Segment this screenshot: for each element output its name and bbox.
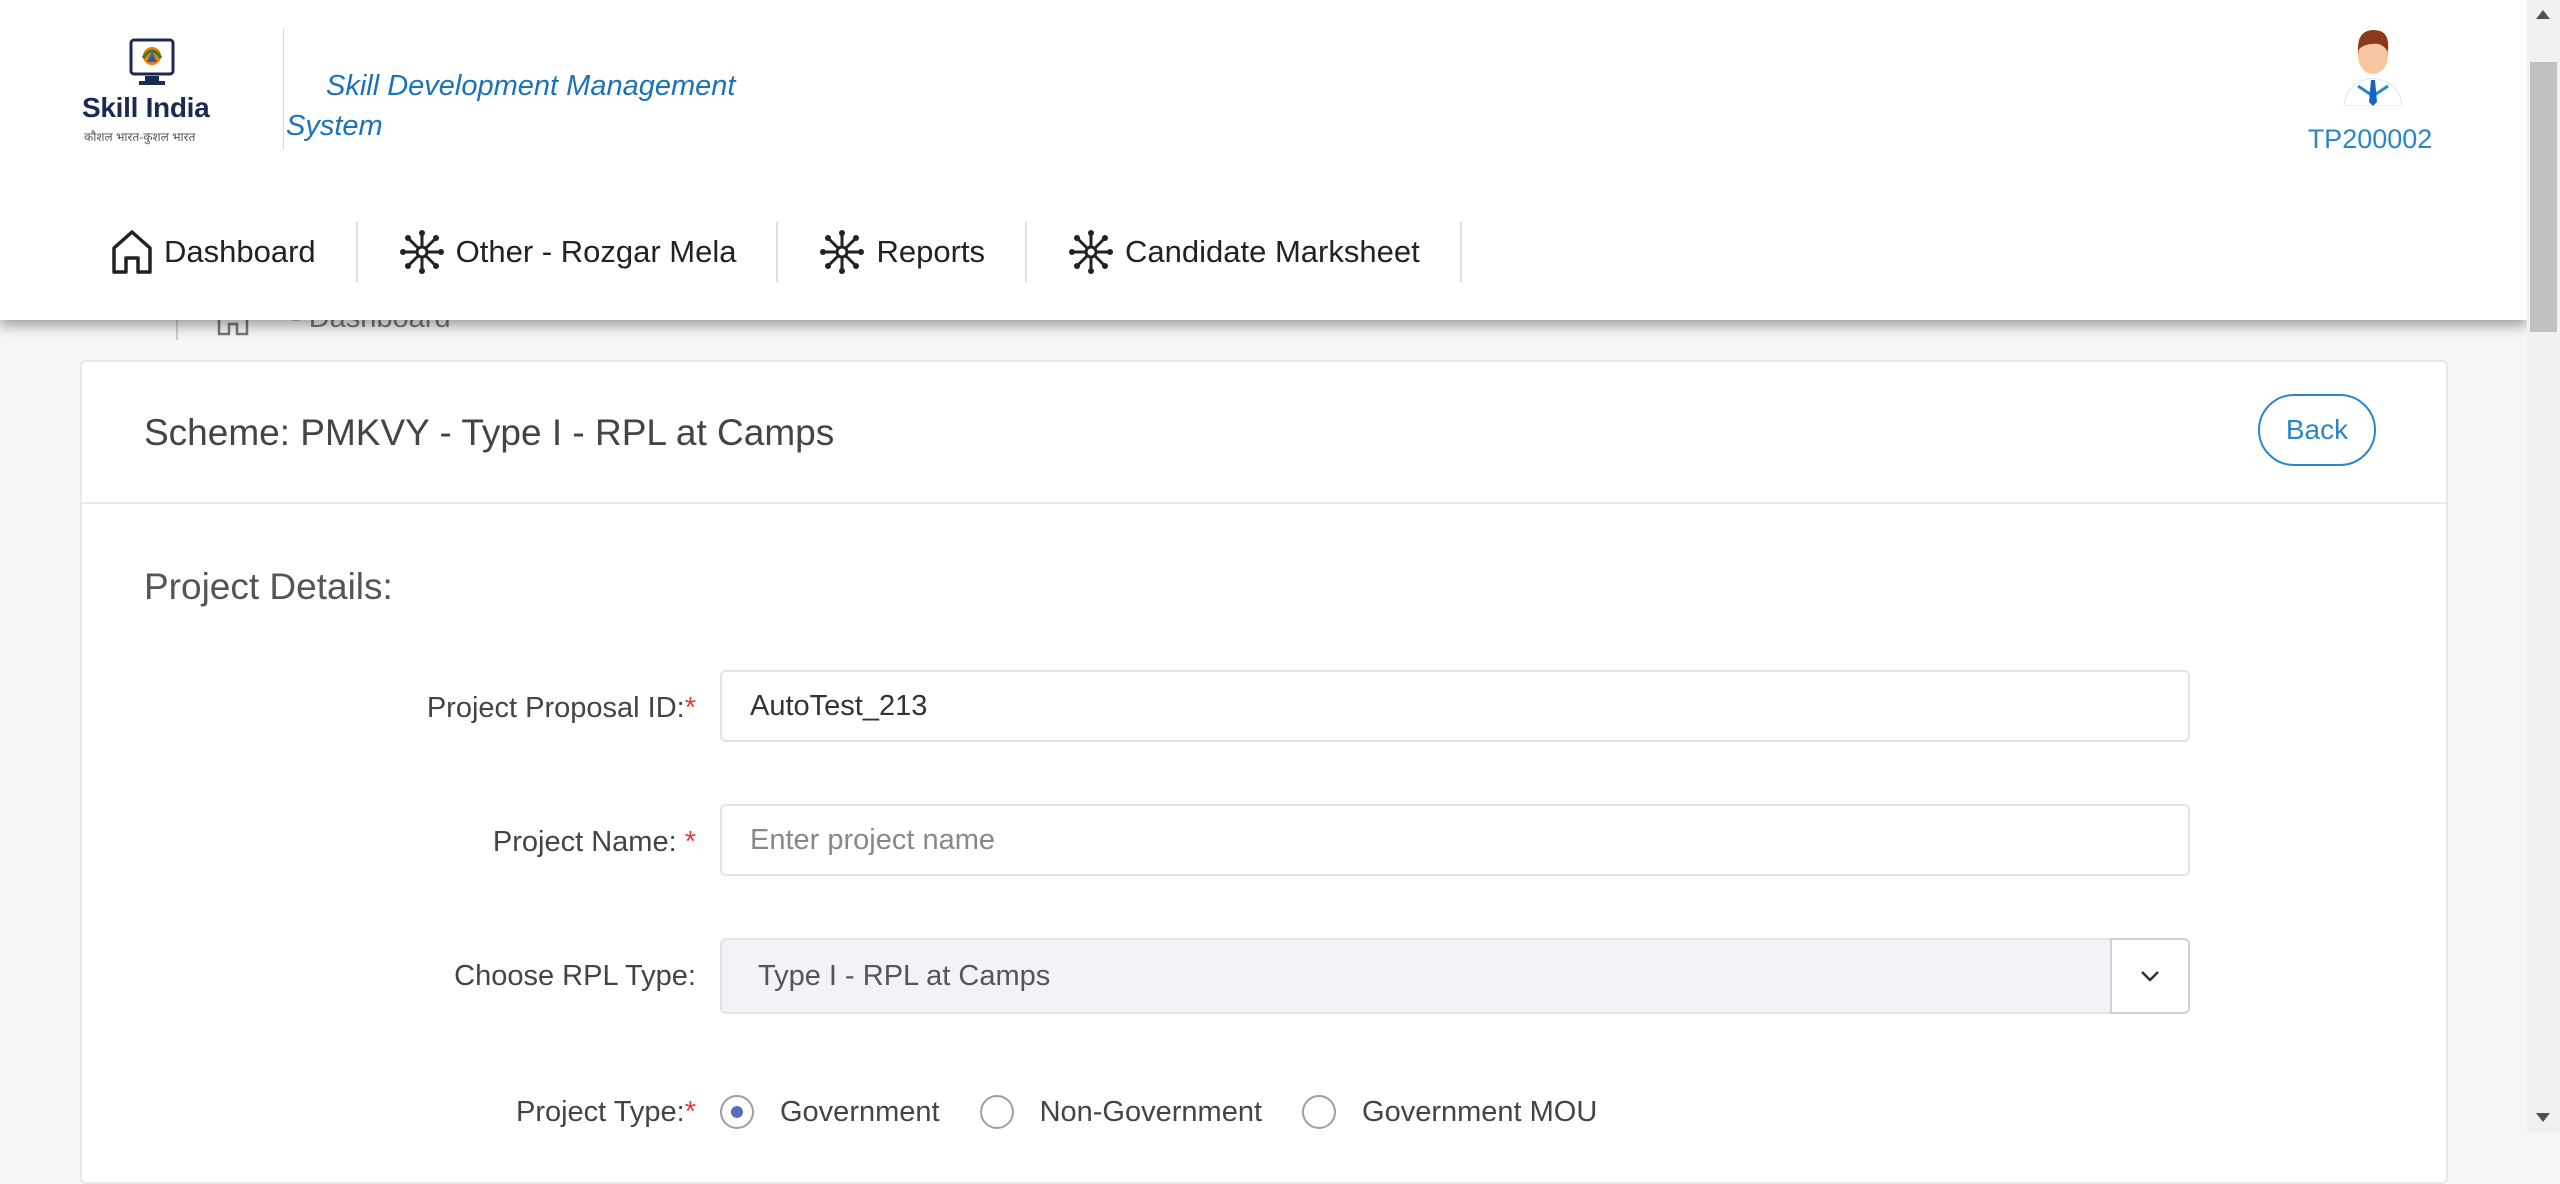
nav-rozgar-mela[interactable]: Other - Rozgar Mela bbox=[358, 222, 779, 282]
project-type-label: Project Type:* bbox=[515, 1096, 696, 1128]
required-marker: * bbox=[684, 1096, 696, 1128]
project-type-row: Project Type:* Government Non-Government… bbox=[82, 1074, 2446, 1150]
scroll-up-arrow-icon[interactable] bbox=[2536, 10, 2550, 19]
radio-non-government[interactable]: Non-Government bbox=[979, 1095, 1263, 1129]
logo-text: Skill India bbox=[82, 92, 210, 123]
home-icon bbox=[112, 230, 152, 274]
skill-india-logo[interactable]: Skill India कौशल भारत-कुशल भारत bbox=[78, 34, 228, 146]
back-button[interactable]: Back bbox=[2258, 394, 2376, 466]
section-title: Project Details: bbox=[144, 566, 393, 607]
proposal-id-row: Project Proposal ID:* bbox=[82, 670, 2446, 746]
network-icon bbox=[820, 230, 865, 274]
radio-government-mou-circle[interactable] bbox=[1302, 1095, 1337, 1129]
radio-government-mou-label: Government MOU bbox=[1362, 1095, 1598, 1128]
rpl-type-row: Choose RPL Type: Type I - RPL at Camps bbox=[82, 938, 2446, 1014]
nav-rozgar-mela-label: Other - Rozgar Mela bbox=[455, 234, 737, 269]
nav-candidate-marksheet[interactable]: Candidate Marksheet bbox=[1027, 222, 1462, 282]
proposal-id-label: Project Proposal ID:* bbox=[426, 692, 696, 724]
scheme-card: Scheme: PMKVY - Type I - RPL at Camps Ba… bbox=[80, 360, 2448, 1184]
project-name-row: Project Name: * bbox=[82, 804, 2446, 880]
nav-dashboard[interactable]: Dashboard bbox=[100, 222, 358, 282]
page-scrollbar[interactable] bbox=[2527, 0, 2560, 1132]
rpl-type-dropdown-button[interactable] bbox=[2110, 938, 2190, 1014]
project-name-input[interactable] bbox=[720, 804, 2190, 876]
radio-government-mou[interactable]: Government MOU bbox=[1302, 1095, 1597, 1129]
rpl-type-label: Choose RPL Type: bbox=[454, 960, 696, 992]
nav-reports-label: Reports bbox=[876, 234, 986, 269]
rpl-type-select[interactable]: Type I - RPL at Camps bbox=[720, 938, 2190, 1014]
project-name-label: Project Name: * bbox=[492, 826, 696, 858]
user-avatar-icon[interactable] bbox=[2338, 26, 2406, 106]
network-icon bbox=[1069, 230, 1114, 274]
network-icon bbox=[399, 230, 444, 274]
scheme-title: Scheme: PMKVY - Type I - RPL at Camps bbox=[144, 412, 835, 453]
project-type-radio-group: Government Non-Government Government MOU bbox=[720, 1074, 1637, 1150]
scroll-thumb[interactable] bbox=[2530, 62, 2557, 332]
radio-government-circle[interactable] bbox=[720, 1095, 754, 1129]
nav-reports[interactable]: Reports bbox=[778, 222, 1028, 282]
required-marker: * bbox=[684, 826, 696, 858]
main-nav: Dashboard Other - Rozgar Mela Reports Ca… bbox=[100, 222, 1462, 282]
logo-tagline: कौशल भारत-कुशल भारत bbox=[84, 130, 196, 144]
app-title: Skill Development Management System bbox=[286, 70, 736, 142]
chevron-down-icon bbox=[2141, 971, 2159, 982]
skill-india-emblem-icon bbox=[129, 38, 175, 85]
user-id[interactable]: TP200002 bbox=[2300, 124, 2440, 155]
required-marker: * bbox=[684, 692, 696, 724]
rpl-type-value: Type I - RPL at Camps bbox=[758, 960, 1051, 992]
proposal-id-input[interactable] bbox=[720, 670, 2190, 742]
radio-non-government-circle[interactable] bbox=[979, 1095, 1014, 1129]
nav-dashboard-label: Dashboard bbox=[164, 234, 316, 269]
radio-government-label: Government bbox=[780, 1095, 940, 1128]
radio-government[interactable]: Government bbox=[720, 1095, 940, 1129]
top-header: Skill India कौशल भारत-कुशल भारत Skill De… bbox=[0, 0, 2527, 320]
radio-non-government-label: Non-Government bbox=[1039, 1095, 1263, 1128]
scroll-down-arrow-icon[interactable] bbox=[2536, 1113, 2550, 1122]
header-divider bbox=[283, 28, 284, 150]
card-header: Scheme: PMKVY - Type I - RPL at Camps Ba… bbox=[82, 362, 2446, 504]
nav-candidate-marksheet-label: Candidate Marksheet bbox=[1125, 234, 1420, 269]
